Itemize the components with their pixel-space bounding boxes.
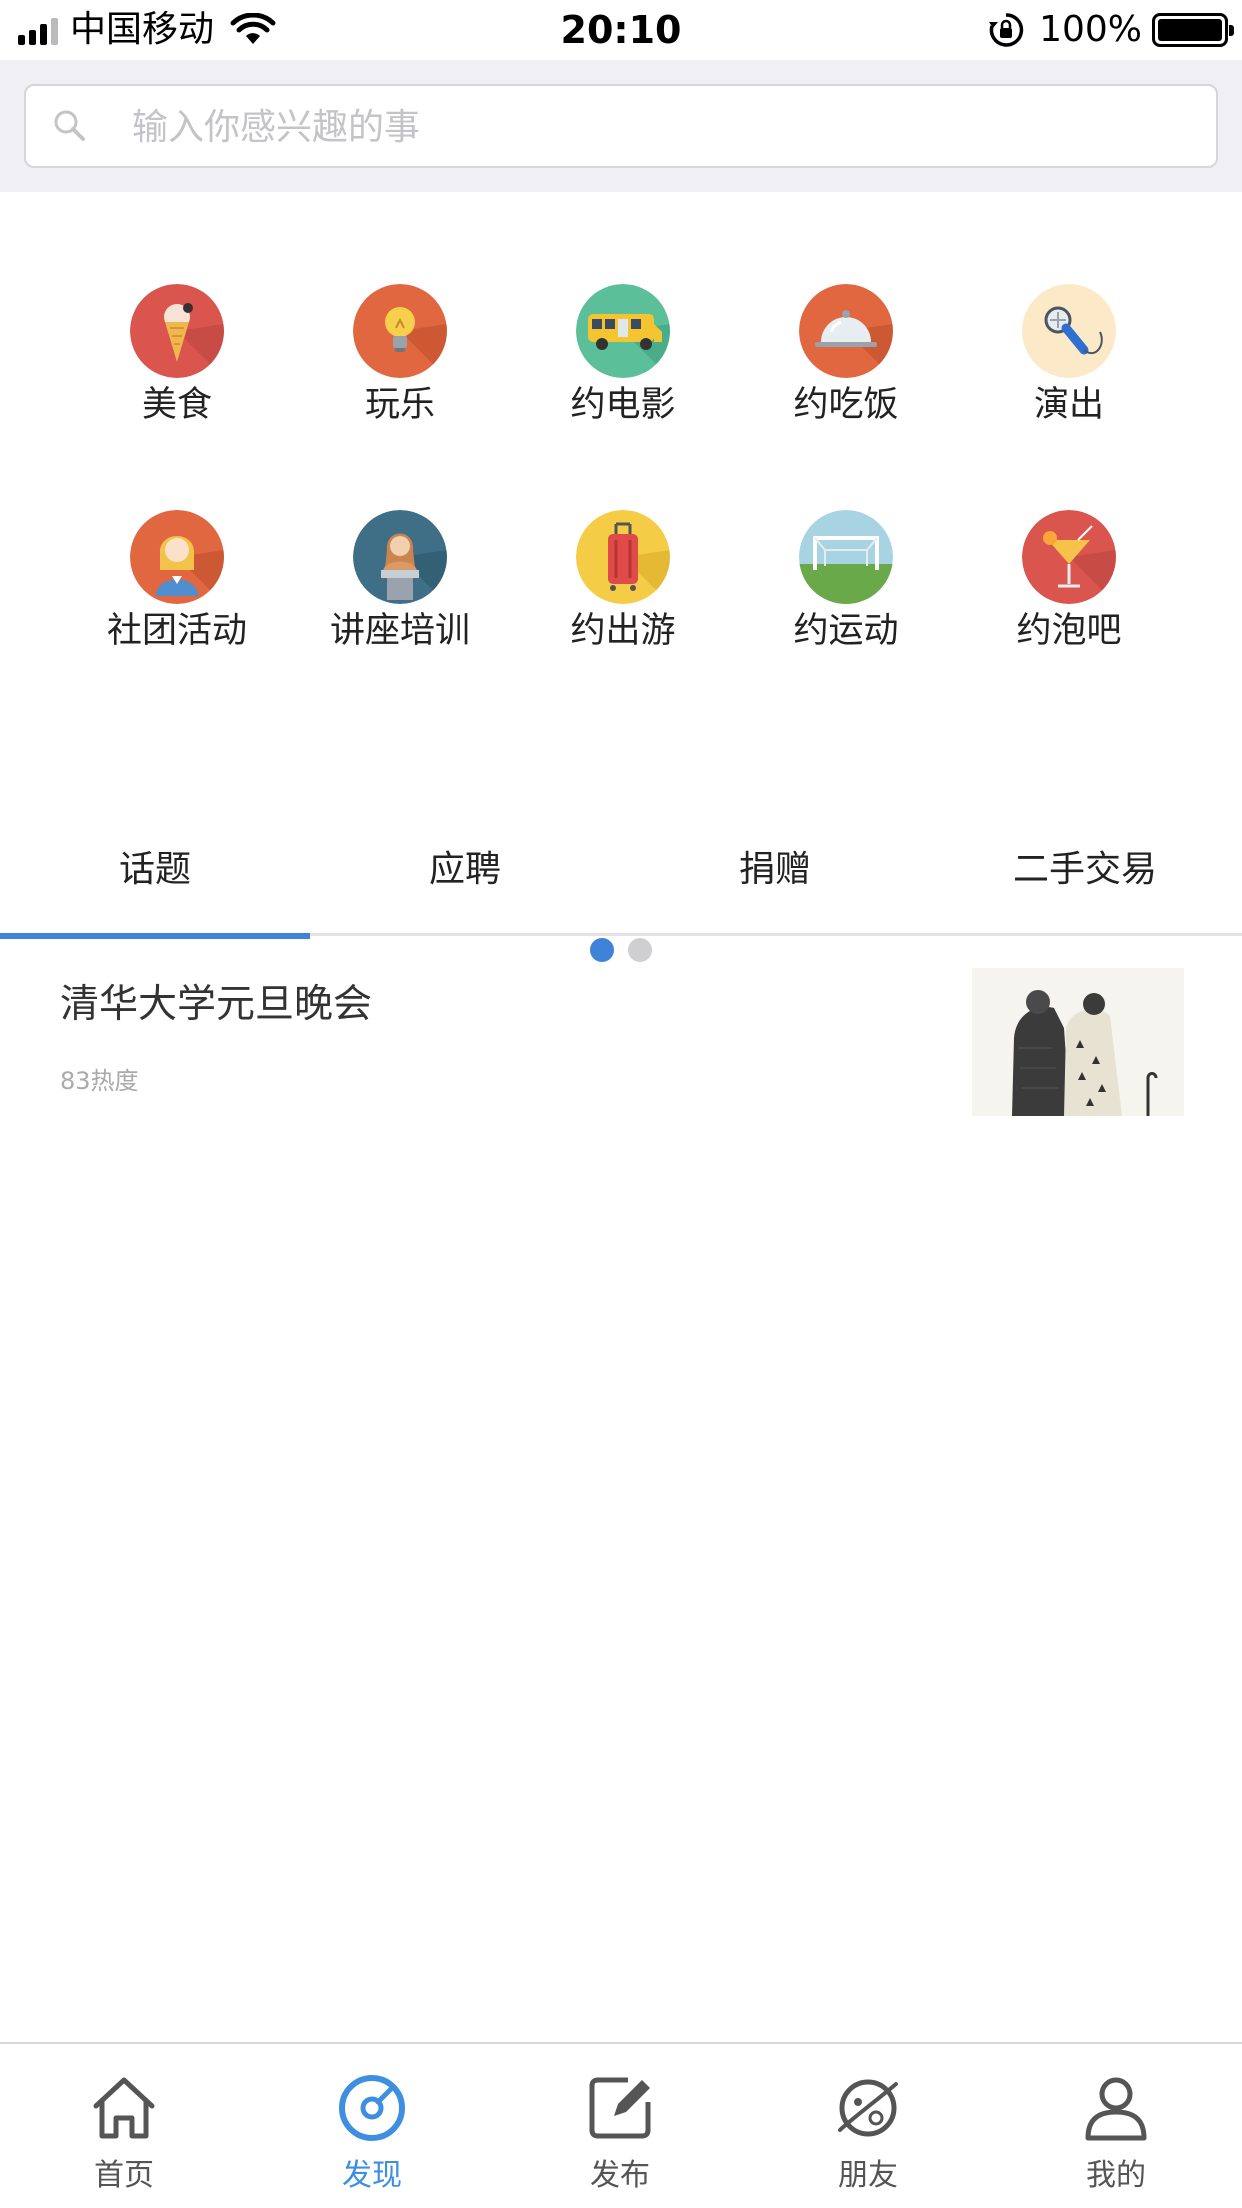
category-club[interactable]: 社团活动 — [65, 510, 289, 710]
category-label: 玩乐 — [364, 385, 435, 425]
ice-cream-icon — [130, 284, 224, 378]
planet-icon — [838, 2079, 898, 2137]
category-show[interactable]: 演出 — [957, 284, 1181, 484]
edit-icon — [589, 2077, 651, 2139]
tab-topics[interactable]: 话题 — [0, 820, 310, 939]
cocktail-icon — [1022, 510, 1116, 604]
status-bar: 中国移动 20:10 100% — [0, 0, 1242, 60]
search-area — [0, 60, 1242, 192]
category-bar[interactable]: 约泡吧 — [957, 510, 1181, 710]
category-label: 约运动 — [793, 611, 899, 651]
topic-item[interactable]: 清华大学元旦晚会 83热度 — [0, 940, 1242, 1140]
category-movie[interactable]: 约电影 — [511, 284, 735, 484]
category-dinner[interactable]: 约吃饭 — [734, 284, 958, 484]
category-label: 社团活动 — [106, 611, 247, 651]
category-trip[interactable]: 约出游 — [511, 510, 735, 710]
lightbulb-icon — [353, 284, 447, 378]
tabbar-label: 我的 — [1086, 2158, 1146, 2193]
category-label: 演出 — [1033, 385, 1104, 425]
tabbar-home[interactable]: 首页 — [0, 2044, 248, 2208]
tabbar-label: 发布 — [590, 2158, 650, 2193]
compass-icon — [339, 2075, 405, 2141]
tabbar-label: 发现 — [342, 2158, 402, 2193]
home-icon — [93, 2077, 155, 2139]
tabbar-friends[interactable]: 朋友 — [744, 2044, 992, 2208]
battery-percent: 100% — [1039, 9, 1142, 50]
topic-thumbnail — [972, 968, 1184, 1116]
tabbar-discover[interactable]: 发现 — [248, 2044, 496, 2208]
category-label: 美食 — [141, 385, 212, 425]
tab-second-hand[interactable]: 二手交易 — [930, 820, 1240, 936]
speaker-podium-icon — [353, 510, 447, 604]
search-box[interactable] — [24, 84, 1218, 168]
category-sports[interactable]: 约运动 — [734, 510, 958, 710]
rotation-lock-icon — [989, 13, 1024, 47]
bottom-tab-bar: 首页 发现 发布 朋友 我的 — [0, 2042, 1242, 2208]
tabbar-publish[interactable]: 发布 — [496, 2044, 744, 2208]
status-right: 100% — [987, 8, 1234, 52]
search-input[interactable] — [132, 98, 1192, 156]
bus-icon — [576, 284, 670, 378]
search-icon — [54, 110, 85, 141]
user-icon — [1085, 2077, 1147, 2141]
battery-icon — [1152, 13, 1234, 47]
tabbar-me[interactable]: 我的 — [992, 2044, 1240, 2208]
category-grid: 美食 玩乐 约电影 约吃饭 演出 社团活动 讲座培训 约出游 约运动 约泡吧 — [0, 192, 1242, 962]
category-label: 约电影 — [570, 385, 676, 425]
category-label: 约出游 — [570, 611, 676, 651]
topic-heat: 83热度 — [60, 1067, 139, 1095]
cloche-icon — [799, 284, 893, 378]
woman-icon — [130, 510, 224, 604]
content-tabs: 话题 应聘 捐赠 二手交易 — [0, 820, 1242, 939]
category-food[interactable]: 美食 — [65, 284, 289, 484]
category-fun[interactable]: 玩乐 — [288, 284, 512, 484]
microphone-icon — [1022, 284, 1116, 378]
topic-title: 清华大学元旦晚会 — [60, 982, 373, 1027]
tabbar-label: 朋友 — [838, 2158, 898, 2193]
category-label: 约泡吧 — [1016, 611, 1122, 651]
category-lecture[interactable]: 讲座培训 — [288, 510, 512, 710]
category-label: 约吃饭 — [793, 385, 899, 425]
discover-page: 中国移动 20:10 100% 输入你感兴趣的事 美食 玩乐 约电影 约吃饭 演… — [0, 0, 1242, 2208]
luggage-icon — [576, 510, 670, 604]
category-label: 讲座培训 — [329, 611, 470, 651]
tab-donation[interactable]: 捐赠 — [620, 820, 930, 936]
tabbar-label: 首页 — [94, 2158, 154, 2193]
soccer-goal-icon — [799, 510, 893, 604]
tab-jobs[interactable]: 应聘 — [310, 820, 620, 936]
